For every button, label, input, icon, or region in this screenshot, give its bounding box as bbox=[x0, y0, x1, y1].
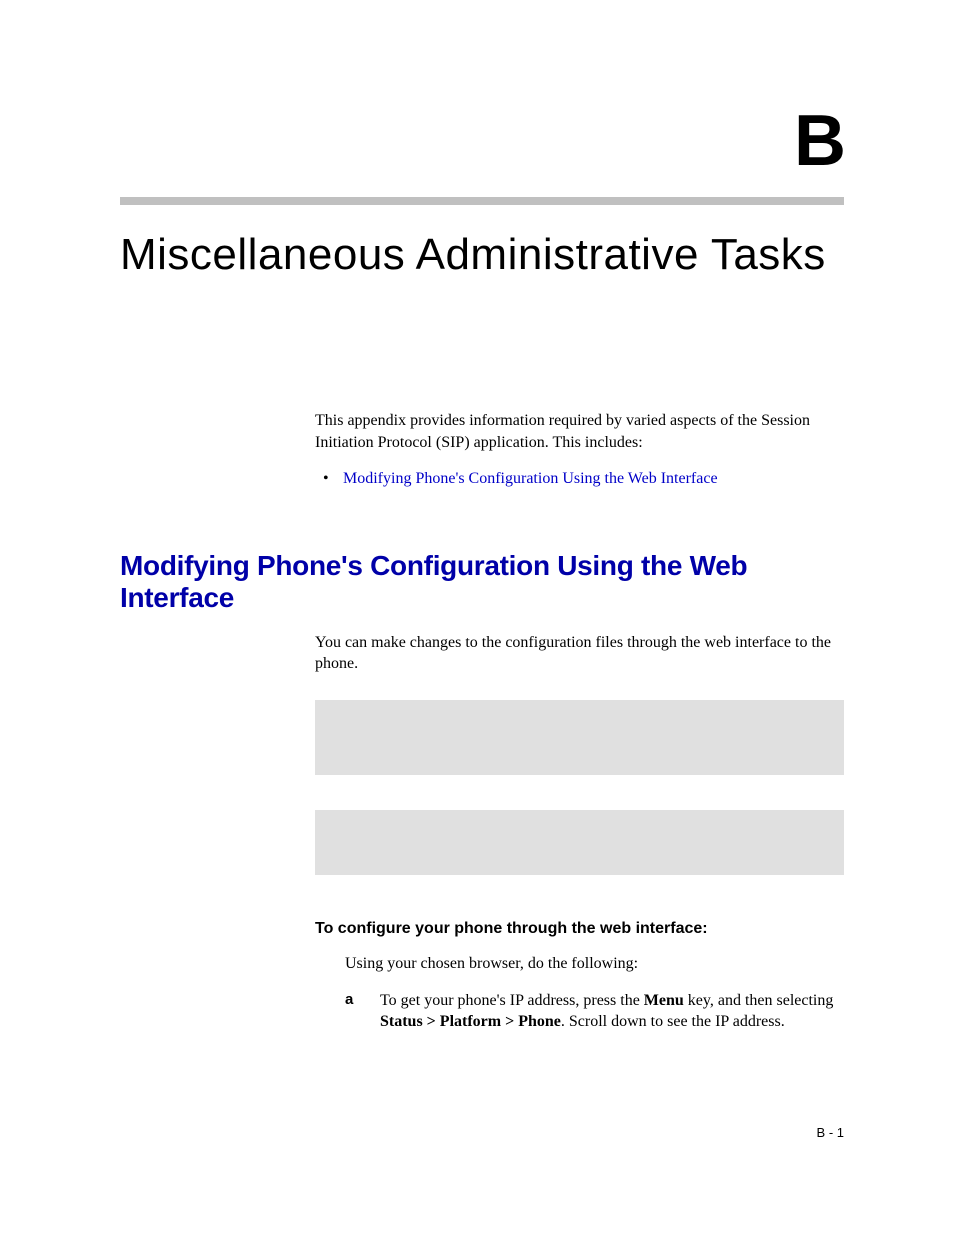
procedure-subheading: To configure your phone through the web … bbox=[315, 920, 844, 938]
procedure-intro: Using your chosen browser, do the follow… bbox=[345, 953, 844, 975]
section-heading: Modifying Phone's Configuration Using th… bbox=[120, 550, 844, 614]
step-item: a To get your phone's IP address, press … bbox=[345, 990, 844, 1033]
step-text: To get your phone's IP address, press th… bbox=[380, 992, 833, 1031]
step-letter: a bbox=[345, 990, 353, 1010]
section-intro-paragraph: You can make changes to the configuratio… bbox=[315, 632, 844, 675]
note-placeholder-box bbox=[315, 810, 844, 875]
appendix-letter: B bbox=[120, 100, 844, 182]
page-number: B - 1 bbox=[817, 1125, 844, 1140]
list-item: Modifying Phone's Configuration Using th… bbox=[315, 468, 844, 490]
chapter-title: Miscellaneous Administrative Tasks bbox=[120, 230, 844, 280]
toc-link[interactable]: Modifying Phone's Configuration Using th… bbox=[343, 470, 718, 487]
note-placeholder-box bbox=[315, 700, 844, 775]
intro-paragraph: This appendix provides information requi… bbox=[315, 410, 844, 453]
horizontal-divider bbox=[120, 197, 844, 205]
intro-bullet-list: Modifying Phone's Configuration Using th… bbox=[315, 468, 844, 490]
lettered-steps: a To get your phone's IP address, press … bbox=[345, 990, 844, 1033]
